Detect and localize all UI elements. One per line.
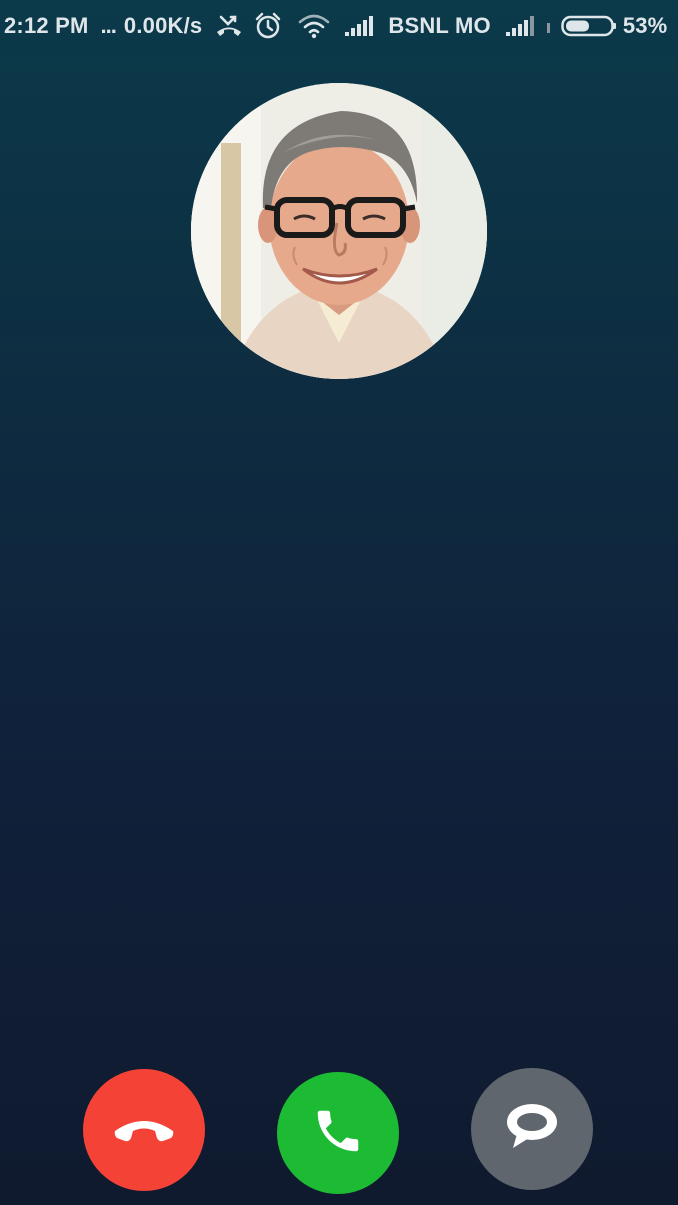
hang-up-icon <box>111 1113 177 1148</box>
accept-call-button[interactable] <box>277 1072 399 1194</box>
decline-call-button[interactable] <box>83 1069 205 1191</box>
alarm-icon <box>254 12 282 40</box>
missed-call-icon <box>214 13 244 39</box>
message-icon <box>505 1102 559 1157</box>
status-net-speed: 0.00K/s <box>123 13 203 38</box>
status-dots: ... <box>100 13 117 38</box>
message-reply-button[interactable] <box>471 1068 593 1190</box>
status-bar: 2:12 PM ... 0.00K/s BSNL MO 53% <box>0 0 678 52</box>
phone-icon <box>311 1104 365 1163</box>
wifi-icon <box>298 13 330 39</box>
status-carrier: BSNL MO <box>388 13 491 38</box>
signal-icon <box>344 15 376 37</box>
battery-icon <box>561 15 617 37</box>
signal-icon-secondary <box>505 15 537 37</box>
battery-level-fill <box>565 20 589 32</box>
caller-photo <box>191 83 487 379</box>
status-battery-percent: 53% <box>622 13 668 38</box>
status-time: 2:12 PM <box>4 13 89 38</box>
data-indicator-icon <box>545 15 553 37</box>
